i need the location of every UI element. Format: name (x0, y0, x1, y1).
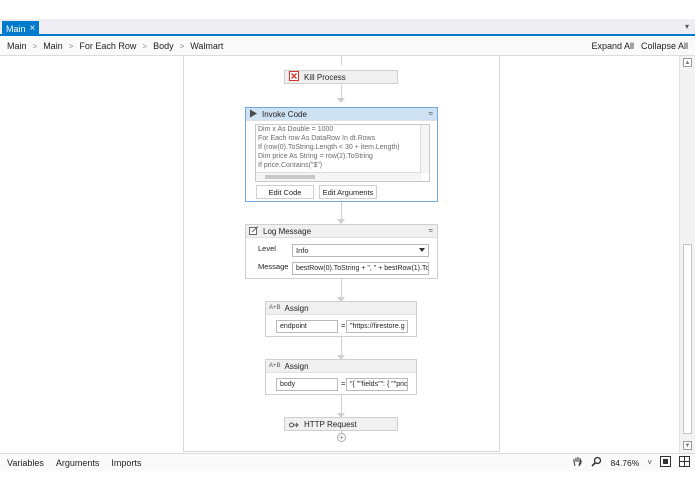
log-message-header: Log Message ≈ (246, 225, 437, 238)
equals-sign: = (341, 379, 346, 388)
connector (341, 85, 342, 99)
hand-pan-icon[interactable] (572, 456, 583, 469)
document-tab-bar: Main × ▾ (0, 19, 695, 36)
imports-tab[interactable]: Imports (111, 458, 141, 468)
http-request-title: HTTP Request (304, 419, 357, 429)
assign-header: A+B Assign (266, 360, 416, 373)
assign-header: A+B Assign (266, 302, 416, 315)
invoke-code-title: Invoke Code (262, 109, 307, 119)
assign-icon: A+B (269, 363, 281, 369)
connector (341, 56, 342, 65)
edit-arguments-button[interactable]: Edit Arguments (319, 185, 377, 199)
collapse-icon[interactable]: ≈ (429, 109, 433, 118)
collapse-icon[interactable]: ≈ (429, 226, 433, 235)
chevron-down-icon[interactable]: ▾ (685, 22, 689, 31)
log-message-title: Log Message (263, 226, 312, 236)
close-icon[interactable]: × (30, 23, 36, 34)
edit-code-button[interactable]: Edit Code (256, 185, 314, 199)
bottom-area (0, 471, 695, 494)
breadcrumb-item-walmart[interactable]: Walmart (190, 41, 223, 51)
message-field[interactable]: bestRow(0).ToString + ", " + bestRow(1).… (292, 262, 429, 275)
code-line: If (row(0).ToString.Length < 30 + item.L… (258, 144, 400, 151)
arguments-tab[interactable]: Arguments (56, 458, 100, 468)
invoke-code-header: Invoke Code ≈ (246, 108, 437, 121)
assign-value-field[interactable]: "https://firestore.g (346, 320, 408, 333)
kill-process-activity[interactable]: Kill Process (284, 70, 398, 84)
workflow-canvas[interactable]: Kill Process Invoke Code ≈ Dim x As Doub… (0, 56, 679, 453)
assign-activity[interactable]: A+B Assign endpoint = "https://firestore… (265, 301, 417, 337)
assign-title: Assign (284, 361, 309, 371)
scrollbar-thumb[interactable] (683, 244, 692, 434)
breadcrumb-item-main-sequence[interactable]: Main (43, 41, 63, 51)
breadcrumb-item-for-each-row[interactable]: For Each Row (79, 41, 136, 51)
log-message-activity[interactable]: Log Message ≈ Level Info Message bestRow… (245, 224, 438, 279)
level-value: Info (296, 246, 309, 255)
code-vertical-scrollbar[interactable] (420, 125, 429, 173)
kill-process-title: Kill Process (304, 72, 346, 82)
fit-to-screen-icon[interactable] (660, 456, 671, 469)
http-icon (289, 419, 299, 430)
breadcrumb-separator: > (32, 41, 38, 51)
level-label: Level (258, 244, 276, 253)
breadcrumb-separator: > (179, 41, 185, 51)
scroll-up-icon[interactable]: ▲ (683, 58, 692, 67)
vertical-scrollbar[interactable]: ▲ ▼ (679, 56, 695, 453)
chevron-down-icon[interactable]: ˅ (647, 458, 652, 467)
zoom-level[interactable]: 84.76% (610, 458, 639, 468)
log-icon (249, 225, 259, 237)
assign-title: Assign (284, 303, 309, 313)
invoke-code-activity[interactable]: Invoke Code ≈ Dim x As Double = 1000 For… (245, 107, 438, 202)
tab-main[interactable]: Main × (2, 21, 40, 36)
breadcrumb-separator: > (142, 41, 148, 51)
tab-main-label: Main (6, 23, 26, 34)
code-line: Dim x As Double = 1000 (258, 126, 334, 133)
designer-statusbar: Variables Arguments Imports 84.76% ˅ (0, 453, 695, 471)
assign-icon: A+B (269, 305, 281, 311)
breadcrumb-item-main[interactable]: Main (7, 41, 27, 51)
code-line: For Each row As DataRow In dt.Rows (258, 135, 376, 142)
assign-activity[interactable]: A+B Assign body = "{ ""fields"": { ""pri… (265, 359, 417, 395)
code-horizontal-scrollbar[interactable] (256, 172, 422, 181)
connector-arrow (337, 98, 345, 103)
breadcrumb: Main > Main > For Each Row > Body > Walm… (0, 37, 695, 56)
expand-all-button[interactable]: Expand All (591, 41, 634, 51)
http-request-activity[interactable]: HTTP Request (284, 417, 398, 431)
play-icon (249, 109, 258, 120)
assign-to-field[interactable]: body (276, 378, 338, 391)
chevron-down-icon (419, 248, 425, 252)
assign-value-field[interactable]: "{ ""fields"": { ""pric (346, 378, 408, 391)
scroll-down-icon[interactable]: ▼ (683, 441, 692, 450)
assign-to-field[interactable]: endpoint (276, 320, 338, 333)
breadcrumb-item-body[interactable]: Body (153, 41, 174, 51)
code-line: Dim price As String = row(2).ToString (258, 153, 373, 160)
kill-process-icon (289, 71, 299, 83)
add-activity-icon[interactable]: + (337, 433, 346, 442)
variables-tab[interactable]: Variables (7, 458, 44, 468)
search-icon[interactable] (591, 456, 602, 469)
code-editor-preview[interactable]: Dim x As Double = 1000 For Each row As D… (255, 124, 430, 182)
title-strip (0, 0, 695, 19)
level-dropdown[interactable]: Info (292, 244, 429, 257)
equals-sign: = (341, 321, 346, 330)
message-label: Message (258, 262, 289, 271)
collapse-all-button[interactable]: Collapse All (641, 41, 688, 51)
code-line: If price.Contains("$") (258, 162, 323, 169)
overview-icon[interactable] (679, 456, 690, 469)
breadcrumb-separator: > (68, 41, 74, 51)
